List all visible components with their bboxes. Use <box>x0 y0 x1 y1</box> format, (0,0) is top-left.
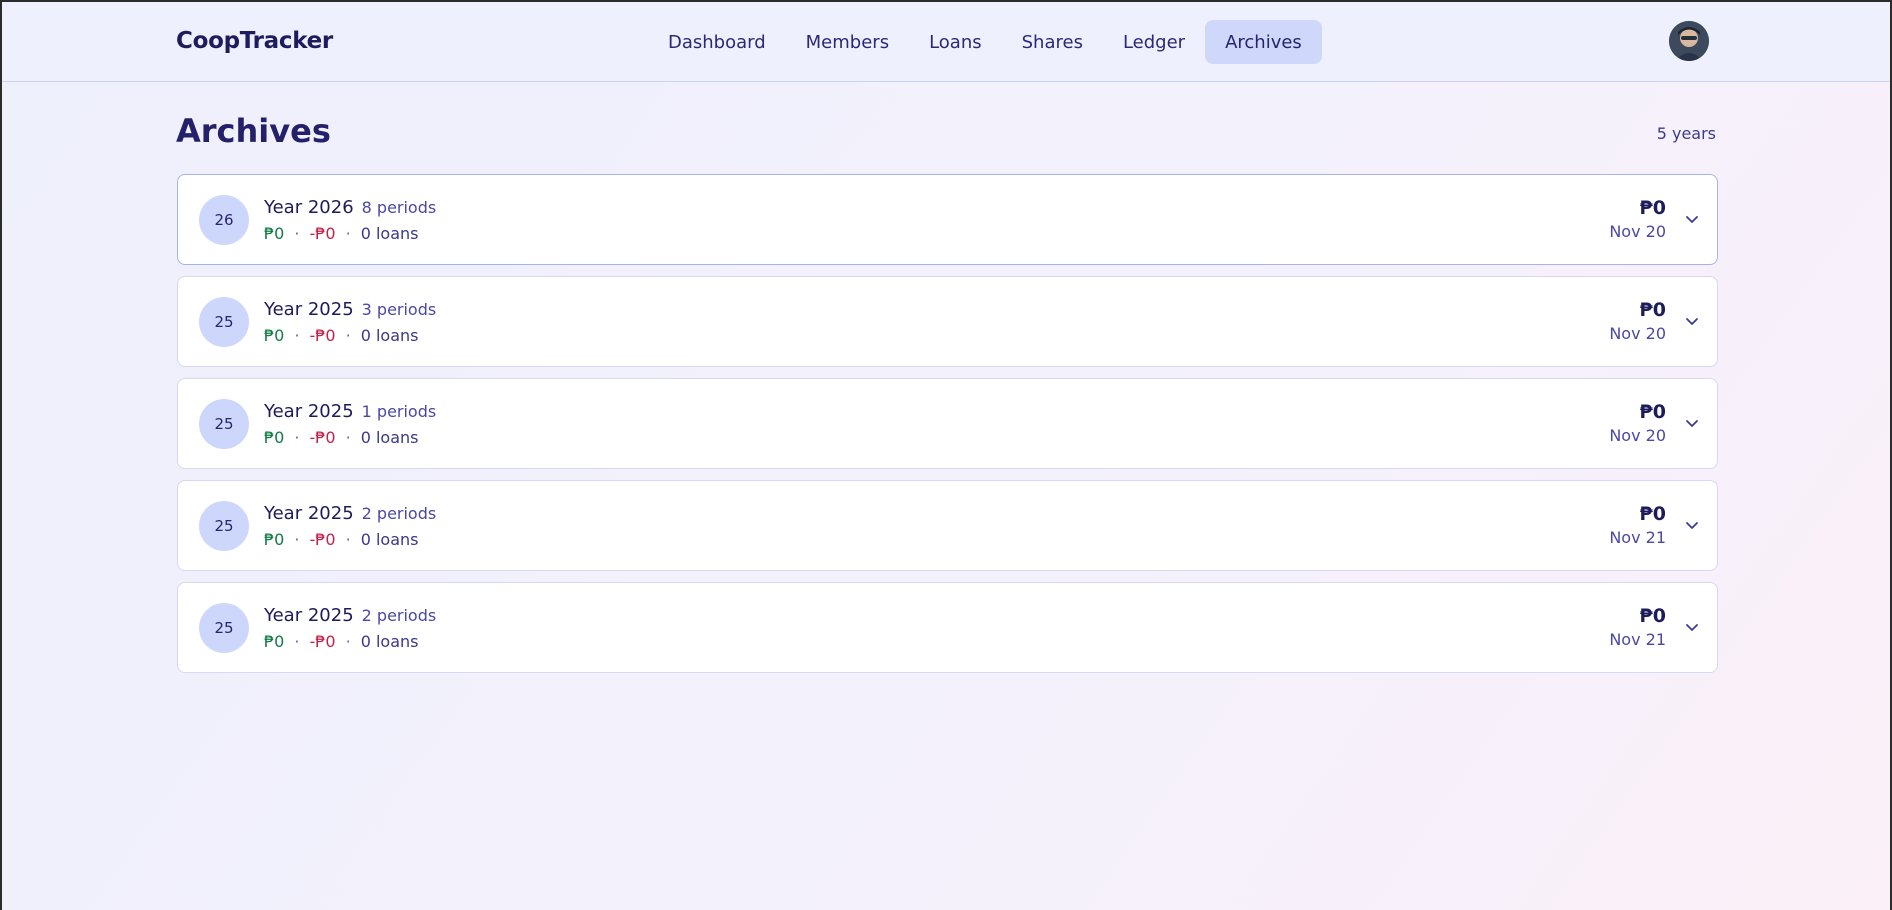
year-badge: 25 <box>199 501 249 551</box>
periods-count: 2 periods <box>361 606 437 625</box>
archive-summary: ₱0 · -₱0 · 0 loans <box>264 224 418 243</box>
archive-total: ₱0 <box>1639 605 1666 627</box>
loan-count: 0 loans <box>360 530 419 549</box>
chevron-down-icon[interactable] <box>1684 517 1700 533</box>
loan-count: 0 loans <box>360 224 419 243</box>
archive-card[interactable]: 25 Year 2025 2 periods ₱0 · -₱0 · 0 loans ₱0 … <box>177 480 1718 571</box>
archive-summary: ₱0 · -₱0 · 0 loans <box>264 632 418 651</box>
app-logo[interactable]: CoopTracker <box>176 28 333 54</box>
periods-count: 1 periods <box>361 402 437 421</box>
archive-card[interactable]: 25 Year 2025 2 periods ₱0 · -₱0 · 0 loans ₱0 … <box>177 582 1718 673</box>
archive-count: 5 years <box>1656 124 1716 143</box>
separator: · <box>345 632 351 651</box>
inflow-amount: ₱0 <box>264 224 285 243</box>
outflow-amount: -₱0 <box>309 530 336 549</box>
outflow-amount: -₱0 <box>309 224 336 243</box>
main-nav: Dashboard Members Loans Shares Ledger Ar… <box>648 20 1322 64</box>
chevron-down-icon[interactable] <box>1684 313 1700 329</box>
periods-count: 3 periods <box>361 300 437 319</box>
archive-year: Year 2025 3 periods <box>264 299 436 320</box>
inflow-amount: ₱0 <box>264 326 285 345</box>
archive-year: Year 2026 8 periods <box>264 197 436 218</box>
loan-count: 0 loans <box>360 326 419 345</box>
archive-total: ₱0 <box>1639 503 1666 525</box>
year-badge: 26 <box>199 195 249 245</box>
avatar[interactable] <box>1669 21 1709 61</box>
separator: · <box>294 632 300 651</box>
separator: · <box>345 428 351 447</box>
archive-total: ₱0 <box>1639 401 1666 423</box>
loan-count: 0 loans <box>360 428 419 447</box>
archive-summary: ₱0 · -₱0 · 0 loans <box>264 326 418 345</box>
archive-list: 26 Year 2026 8 periods ₱0 · -₱0 · 0 loans ₱0 … <box>177 174 1718 684</box>
top-navigation-bar: CoopTracker Dashboard Members Loans Shar… <box>2 2 1890 82</box>
separator: · <box>345 530 351 549</box>
chevron-down-icon[interactable] <box>1684 211 1700 227</box>
inflow-amount: ₱0 <box>264 632 285 651</box>
separator: · <box>345 326 351 345</box>
outflow-amount: -₱0 <box>309 632 336 651</box>
archive-card[interactable]: 26 Year 2026 8 periods ₱0 · -₱0 · 0 loans ₱0 … <box>177 174 1718 265</box>
nav-item-members[interactable]: Members <box>786 20 909 64</box>
nav-item-loans[interactable]: Loans <box>909 20 1002 64</box>
nav-item-shares[interactable]: Shares <box>1002 20 1103 64</box>
year-badge: 25 <box>199 297 249 347</box>
year-label: Year 2025 <box>264 605 354 626</box>
archive-date: Nov 20 <box>1609 222 1666 241</box>
archive-summary: ₱0 · -₱0 · 0 loans <box>264 530 418 549</box>
archive-summary: ₱0 · -₱0 · 0 loans <box>264 428 418 447</box>
year-label: Year 2026 <box>264 197 354 218</box>
separator: · <box>345 224 351 243</box>
year-badge: 25 <box>199 603 249 653</box>
archive-year: Year 2025 2 periods <box>264 503 436 524</box>
user-avatar-icon <box>1669 21 1709 61</box>
archive-total: ₱0 <box>1639 197 1666 219</box>
periods-count: 2 periods <box>361 504 437 523</box>
archive-date: Nov 21 <box>1609 528 1666 547</box>
archive-card[interactable]: 25 Year 2025 3 periods ₱0 · -₱0 · 0 loans ₱0 … <box>177 276 1718 367</box>
nav-item-ledger[interactable]: Ledger <box>1103 20 1205 64</box>
archive-date: Nov 21 <box>1609 630 1666 649</box>
archive-total: ₱0 <box>1639 299 1666 321</box>
year-label: Year 2025 <box>264 401 354 422</box>
inflow-amount: ₱0 <box>264 530 285 549</box>
nav-item-dashboard[interactable]: Dashboard <box>648 20 786 64</box>
archive-card[interactable]: 25 Year 2025 1 periods ₱0 · -₱0 · 0 loans ₱0 … <box>177 378 1718 469</box>
year-badge: 25 <box>199 399 249 449</box>
outflow-amount: -₱0 <box>309 326 336 345</box>
chevron-down-icon[interactable] <box>1684 415 1700 431</box>
archive-year: Year 2025 1 periods <box>264 401 436 422</box>
inflow-amount: ₱0 <box>264 428 285 447</box>
page-title: Archives <box>176 112 331 150</box>
archive-date: Nov 20 <box>1609 324 1666 343</box>
archive-year: Year 2025 2 periods <box>264 605 436 626</box>
separator: · <box>294 224 300 243</box>
archive-date: Nov 20 <box>1609 426 1666 445</box>
year-label: Year 2025 <box>264 299 354 320</box>
separator: · <box>294 428 300 447</box>
chevron-down-icon[interactable] <box>1684 619 1700 635</box>
separator: · <box>294 326 300 345</box>
loan-count: 0 loans <box>360 632 419 651</box>
outflow-amount: -₱0 <box>309 428 336 447</box>
nav-item-archives[interactable]: Archives <box>1205 20 1322 64</box>
separator: · <box>294 530 300 549</box>
periods-count: 8 periods <box>361 198 437 217</box>
year-label: Year 2025 <box>264 503 354 524</box>
